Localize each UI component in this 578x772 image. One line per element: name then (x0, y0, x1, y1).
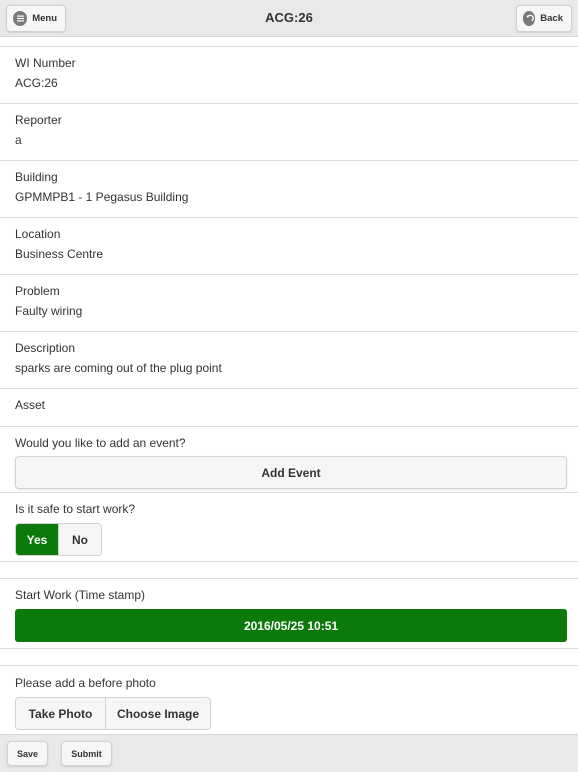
photo-section: Please add a before photo Take Photo Cho… (0, 666, 578, 734)
field-wi-number: WI Number ACG:26 (0, 47, 578, 104)
field-value: GPMMPB1 - 1 Pegasus Building (15, 190, 189, 204)
photo-label: Please add a before photo (15, 676, 156, 690)
photo-button-group: Take Photo Choose Image (15, 697, 211, 730)
start-work-section: Start Work (Time stamp) 2016/05/25 10:51 (0, 579, 578, 649)
footer-toolbar: Save Submit (0, 734, 578, 772)
field-label: Building (15, 170, 58, 184)
header-toolbar: Menu ACG:26 Back (0, 0, 578, 37)
field-value: sparks are coming out of the plug point (15, 361, 222, 375)
section-gap (0, 562, 578, 579)
field-label: Location (15, 227, 61, 241)
submit-button[interactable]: Submit (61, 741, 112, 766)
field-reporter: Reporter a (0, 104, 578, 161)
start-work-timestamp-button[interactable]: 2016/05/25 10:51 (15, 609, 567, 642)
safety-yes-option[interactable]: Yes (16, 524, 58, 555)
field-value: Faulty wiring (15, 304, 83, 318)
field-description: Description sparks are coming out of the… (0, 332, 578, 389)
field-value: ACG:26 (15, 76, 58, 90)
save-button[interactable]: Save (7, 741, 48, 766)
work-item-form: WI Number ACG:26 Reporter a Building GPM… (0, 37, 578, 734)
start-work-label: Start Work (Time stamp) (15, 588, 146, 602)
safety-no-option[interactable]: No (58, 524, 101, 555)
choose-image-button[interactable]: Choose Image (105, 698, 210, 729)
field-label: Problem (15, 284, 60, 298)
field-value: Business Centre (15, 247, 104, 261)
page-title: ACG:26 (265, 10, 313, 25)
field-location: Location Business Centre (0, 218, 578, 275)
back-button-label: Back (540, 13, 563, 24)
field-label: Reporter (15, 113, 62, 127)
take-photo-button[interactable]: Take Photo (16, 698, 105, 729)
back-arrow-icon (523, 11, 536, 26)
section-gap (0, 649, 578, 666)
safety-toggle: Yes No (15, 523, 102, 556)
field-problem: Problem Faulty wiring (0, 275, 578, 332)
back-button[interactable]: Back (516, 5, 572, 32)
event-section: Would you like to add an event? Add Even… (0, 427, 578, 493)
field-building: Building GPMMPB1 - 1 Pegasus Building (0, 161, 578, 218)
safety-question: Is it safe to start work? (15, 502, 136, 516)
field-label: Description (15, 341, 76, 355)
event-question: Would you like to add an event? (15, 436, 186, 450)
add-event-button[interactable]: Add Event (15, 456, 567, 489)
field-label: Asset (15, 398, 46, 412)
safety-section: Is it safe to start work? Yes No (0, 493, 578, 562)
field-value: a (15, 133, 22, 147)
field-label: WI Number (15, 56, 76, 70)
top-spacer (0, 37, 578, 47)
field-asset: Asset (0, 389, 578, 427)
